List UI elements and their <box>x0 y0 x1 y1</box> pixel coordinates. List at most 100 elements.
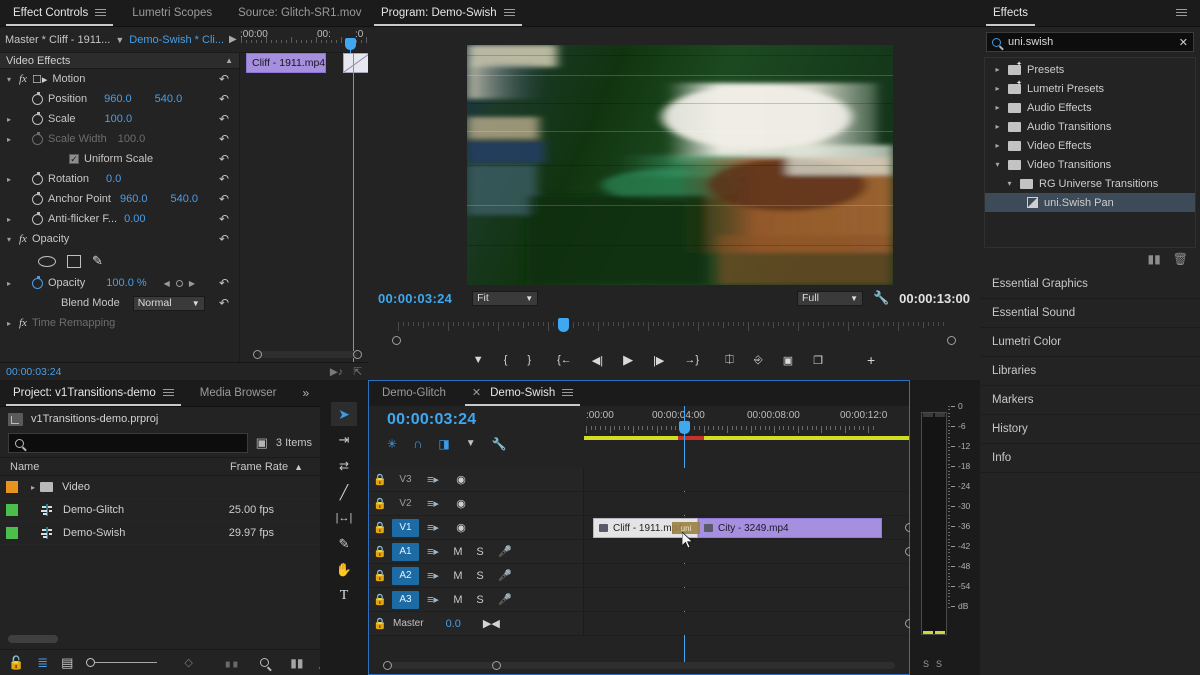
tab-effect-controls[interactable]: Effect Controls <box>0 0 119 26</box>
ec-master-clip-label[interactable]: Master * Cliff - 1911... <box>5 34 110 46</box>
track-header-v2[interactable]: 🔒 V2 ≡▸ ◉ <box>369 492 584 515</box>
disclosure-triangle-icon-anti-flicker[interactable]: ▸ <box>4 215 14 224</box>
solo-track-button[interactable]: S <box>469 594 491 606</box>
add-keyframe-icon[interactable] <box>175 279 183 287</box>
toggle-track-output-icon[interactable]: ◉ <box>447 521 475 534</box>
stopwatch-icon-position[interactable] <box>32 91 43 105</box>
tab-lumetri-scopes[interactable]: Lumetri Scopes <box>119 0 225 26</box>
stopwatch-icon-anti-flicker[interactable] <box>32 211 43 225</box>
icon-view-icon[interactable]: ▤ <box>61 655 73 671</box>
track-area-v1[interactable]: Cliff - 1911.mp4 City - 3249.mp4 uni <box>584 516 914 539</box>
tab-effects[interactable]: Effects <box>980 0 1041 26</box>
anti-flicker-value[interactable]: 0.00 <box>124 213 145 225</box>
disclosure-triangle-icon[interactable]: ▾ <box>1005 179 1014 188</box>
ripple-edit-tool[interactable]: ⇄ <box>331 454 357 478</box>
program-current-timecode[interactable]: 00:00:03:24 <box>378 291 452 306</box>
work-area-bar[interactable] <box>584 436 909 440</box>
ec-timeline-ruler[interactable]: :00:00 00: :0 <box>237 27 368 53</box>
clear-search-icon[interactable]: ✕ <box>1179 36 1188 49</box>
video-effects-section-header[interactable]: Video Effects ▲ <box>0 53 239 69</box>
lock-icon[interactable]: 🔒 <box>369 617 391 630</box>
disclosure-triangle-icon-opacity[interactable]: ▾ <box>4 235 14 244</box>
type-tool[interactable]: T <box>331 584 357 608</box>
ec-playhead[interactable] <box>345 38 356 53</box>
next-keyframe-icon[interactable]: ▶ <box>189 279 195 288</box>
dock-item-markers[interactable]: Markers <box>980 386 1200 415</box>
time-remapping-group-row[interactable]: ▸ fx Time Remapping <box>0 313 239 333</box>
stopwatch-icon-scale-width[interactable] <box>32 131 43 145</box>
delete-custom-item-icon[interactable]: 🗑 <box>1173 252 1188 266</box>
tab-project[interactable]: Project: v1Transitions-demo <box>0 379 187 406</box>
track-area-a1[interactable] <box>584 540 914 563</box>
project-overflow-button[interactable]: » <box>289 379 320 406</box>
sync-lock-icon[interactable]: ≡▸ <box>419 569 447 582</box>
lock-icon[interactable]: 🔒 <box>369 569 391 582</box>
disclosure-triangle-icon[interactable]: ▾ <box>993 160 1002 169</box>
automate-to-sequence-icon[interactable]: ▖▖ <box>226 657 241 668</box>
track-header-a3[interactable]: 🔒 A3 ≡▸ M S 🎤 <box>369 588 584 611</box>
left-channel-solo-button[interactable]: S <box>923 659 929 669</box>
disclosure-triangle-icon[interactable]: ▸ <box>993 141 1002 150</box>
disclosure-triangle-icon[interactable]: ▸ <box>993 65 1002 74</box>
dock-item-history[interactable]: History <box>980 415 1200 444</box>
blend-mode-select[interactable]: Normal ▼ <box>132 295 205 311</box>
tree-item-lumetri-presets[interactable]: ▸ Lumetri Presets <box>985 79 1195 98</box>
snap-icon[interactable]: ✳ <box>387 437 397 451</box>
create-ellipse-mask-icon[interactable] <box>38 255 56 267</box>
effect-controls-keyframe-area[interactable]: Cliff - 1911.mp4 <box>240 53 368 362</box>
program-monitor-image[interactable] <box>467 45 893 285</box>
disclosure-triangle-icon[interactable]: ▸ <box>993 122 1002 131</box>
disclosure-triangle-icon-scale-width[interactable]: ▸ <box>4 135 14 144</box>
track-area-v2[interactable] <box>584 492 909 515</box>
dock-item-libraries[interactable]: Libraries <box>980 357 1200 386</box>
step-back-button[interactable]: ◀| <box>592 354 603 367</box>
lock-icon[interactable]: 🔒 <box>369 473 391 486</box>
tab-program-monitor[interactable]: Program: Demo-Swish <box>368 0 528 26</box>
create-rectangle-mask-icon[interactable] <box>67 254 81 268</box>
project-file-row[interactable]: v1Transitions-demo.prproj <box>0 407 320 431</box>
mark-in-button[interactable]: { <box>504 354 508 366</box>
step-forward-button[interactable]: |▶ <box>653 354 664 367</box>
settings-wrench-icon[interactable]: 🔧 <box>873 290 889 306</box>
disclosure-triangle-icon[interactable]: ▸ <box>993 103 1002 112</box>
lift-button[interactable]: ⎅ <box>725 354 734 367</box>
button-editor-plus[interactable]: + <box>867 352 875 368</box>
track-name-a1[interactable]: A1 <box>392 542 419 561</box>
track-area-a2[interactable] <box>584 564 909 587</box>
reset-position-button[interactable]: ↶ <box>219 93 232 105</box>
stopwatch-icon-anchor-point[interactable] <box>32 191 43 205</box>
column-name-header[interactable]: Name <box>10 461 60 473</box>
opacity-group-row[interactable]: ▾ fx Opacity ↶ <box>0 229 239 249</box>
param-opacity-row[interactable]: ▸ Opacity 100.0 % ◀ ▶ ↶ <box>0 273 239 293</box>
list-item[interactable]: Demo-Swish 29.97 fps <box>0 522 320 545</box>
disclosure-triangle-icon-rotation[interactable]: ▸ <box>4 175 14 184</box>
track-area-a3[interactable] <box>584 588 909 611</box>
disclosure-triangle-icon-video-bin[interactable]: ▸ <box>26 483 40 492</box>
reset-anti-flicker-button[interactable]: ↶ <box>219 213 232 225</box>
reset-scale-button[interactable]: ↶ <box>219 113 232 125</box>
stopwatch-icon-opacity[interactable] <box>32 275 43 289</box>
tab-media-browser[interactable]: Media Browser <box>187 379 290 406</box>
project-search-input[interactable] <box>8 433 248 453</box>
lock-icon[interactable]: 🔒 <box>369 497 391 510</box>
voice-over-record-icon[interactable]: 🎤 <box>491 593 519 606</box>
ec-clip-bar[interactable]: Cliff - 1911.mp4 <box>246 53 327 73</box>
dock-item-lumetri-color[interactable]: Lumetri Color <box>980 328 1200 357</box>
chevron-right-icon[interactable]: ▶ <box>229 34 237 45</box>
zoom-level-select[interactable]: Fit ▼ <box>472 290 539 306</box>
program-playhead[interactable] <box>558 318 569 332</box>
track-name-v3[interactable]: V3 <box>392 471 419 489</box>
timeline-zoom-handle-left[interactable] <box>383 661 392 670</box>
linked-selection-icon[interactable]: ∩ <box>413 436 422 451</box>
sync-lock-icon[interactable]: ≡▸ <box>419 593 447 606</box>
tree-item-presets[interactable]: ▸ Presets <box>985 60 1195 79</box>
add-marker-icon[interactable]: ◨ <box>438 437 449 451</box>
go-to-out-button[interactable]: →} <box>684 354 699 366</box>
ec-transition-bar[interactable] <box>343 53 368 73</box>
toggle-track-output-icon[interactable]: ◉ <box>447 497 475 510</box>
tab-demo-swish[interactable]: ✕ Demo-Swish <box>459 379 586 406</box>
track-name-a3[interactable]: A3 <box>392 590 419 609</box>
param-position-row[interactable]: Position 960.0 540.0 ↶ <box>0 89 239 109</box>
disclosure-triangle-icon-opacity-value[interactable]: ▸ <box>4 279 14 288</box>
scale-value[interactable]: 100.0 <box>105 113 133 125</box>
